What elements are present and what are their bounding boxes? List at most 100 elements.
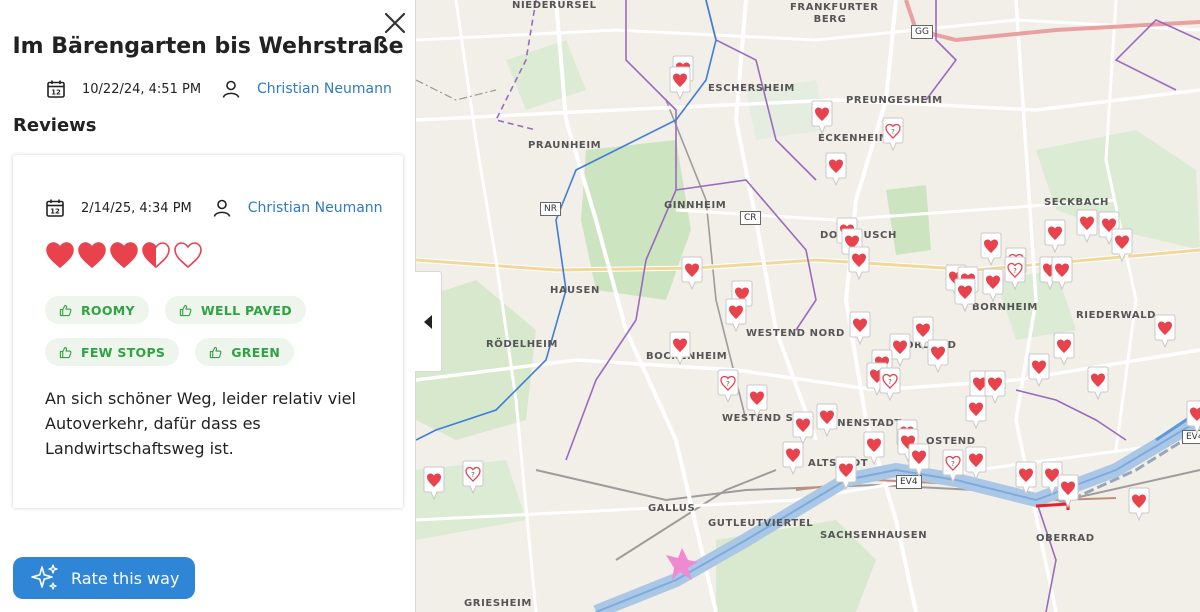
map-rating-pin-icon[interactable]: ? [716,369,740,403]
map-place-label: PREUNGESHEIM [846,95,943,106]
collapse-panel-button[interactable] [415,271,442,372]
map-rating-pin-icon[interactable] [781,441,805,475]
review-card: 12 2/14/25, 4:34 PM Christian Neumann RO… [13,155,403,508]
way-meta: 12 10/22/24, 4:51 PM Christian Neumann [46,79,392,99]
map-rating-pin-icon[interactable] [964,395,988,429]
map-place-label: ECKENHEIM [818,133,890,144]
way-title: Im Bärengarten bis Wehrstraße [12,34,404,59]
calendar-icon: 12 [46,199,64,217]
map-rating-pin-icon[interactable] [862,431,886,465]
map-rating-pin-icon[interactable] [834,456,858,490]
rating-heart-icon [110,242,138,269]
map-rating-pin-icon[interactable]: ? [941,449,965,483]
map-rating-pin-icon[interactable] [981,268,1005,302]
map-rating-pin-icon[interactable]: ? [881,117,905,151]
map-place-label: SECKBACH [1044,197,1109,208]
map-rating-pin-icon[interactable] [1050,256,1074,290]
rate-way-label: Rate this way [71,568,180,588]
map-rating-pin-icon[interactable] [810,100,834,134]
map-rating-pin-icon[interactable] [1153,314,1177,348]
map-rating-pin-icon[interactable] [907,443,931,477]
map-rating-pin-icon[interactable] [745,384,769,418]
calendar-icon: 12 [47,80,65,98]
thumbs-up-icon [59,304,72,316]
map-rating-pin-icon[interactable] [979,232,1003,266]
map-rating-pin-icon[interactable] [668,66,692,100]
map-rating-pin-icon[interactable] [422,466,446,500]
review-tag-label: GREEN [231,344,281,360]
review-tag-label: WELL PAVED [200,302,292,318]
review-meta: 12 2/14/25, 4:34 PM Christian Neumann [45,198,383,218]
map-place-label: RIEDERWALD [1076,310,1157,321]
map-rating-pin-icon[interactable] [680,256,704,290]
map-rating-pin-icon[interactable] [1110,228,1134,262]
map-rating-pin-icon[interactable]: ? [461,460,485,494]
map-place-label: NIEDERURSEL [512,0,597,11]
review-tag: FEW STOPS [45,338,180,366]
road-shield: NR [540,202,561,216]
user-icon [213,199,231,217]
reviews-heading: Reviews [13,115,97,136]
review-tags: ROOMY WELL PAVED FEW STOPS GREEN [45,296,385,366]
map-rating-pin-icon[interactable] [1075,209,1099,243]
map-rating-pin-icon[interactable]: ? [878,367,902,401]
svg-text:12: 12 [50,208,60,216]
map-rating-pin-icon[interactable] [926,339,950,373]
map-rating-pin-icon[interactable] [1052,332,1076,366]
svg-text:12: 12 [51,89,61,97]
way-detail-panel: Im Bärengarten bis Wehrstraße 12 10/22/2… [0,0,416,612]
svg-text:?: ? [888,378,892,386]
review-tag-label: ROOMY [81,302,135,318]
map-place-label: FRANKFURTER BERG [790,2,879,25]
rating-heart-icon [46,242,74,269]
map-place-label: GINNHEIM [664,200,727,211]
map-place-label: HAUSEN [550,285,600,296]
map-rating-pin-icon[interactable] [724,298,748,332]
map-place-label: SACHSENHAUSEN [820,530,928,541]
map-place-label: ESCHERSHEIM [708,83,795,94]
rating-heart-icon [142,242,170,269]
map-rating-pin-icon[interactable] [1056,474,1080,508]
rate-way-button[interactable]: Rate this way [13,557,195,599]
thumbs-up-icon [59,346,72,358]
map-rating-pin-icon[interactable] [1043,219,1067,253]
map-rating-pin-icon[interactable] [953,278,977,312]
rating-heart-icon [174,242,202,269]
map-place-label: WESTEND NORD [746,328,845,339]
review-author-link[interactable]: Christian Neumann [248,200,383,216]
thumbs-up-icon [179,304,192,316]
map-rating-pin-icon[interactable] [1086,366,1110,400]
way-date: 10/22/24, 4:51 PM [82,81,202,97]
thumbs-up-icon [210,346,222,358]
map-rating-pin-icon[interactable] [1027,353,1051,387]
svg-text:?: ? [891,128,895,136]
map-rating-pin-icon[interactable] [1185,400,1200,434]
map-place-label: OBERRAD [1036,533,1095,544]
close-button[interactable] [382,10,408,36]
way-author-link[interactable]: Christian Neumann [257,81,392,97]
map-rating-pin-icon[interactable] [815,403,839,437]
review-rating [45,241,203,269]
road-shield: GG [911,25,933,39]
close-icon [384,12,406,34]
map-rating-pin-icon[interactable] [668,331,692,365]
map-place-label: BORNHEIM [972,302,1038,313]
map-rating-pin-icon[interactable] [1014,461,1038,495]
map-rating-pin-icon[interactable] [847,246,871,280]
road-shield: CR [740,211,761,225]
svg-text:?: ? [726,380,730,388]
map-place-label: RÖDELHEIM [486,339,558,350]
map-view[interactable]: NIEDERURSEL FRANKFURTER BERG ESCHERSHEIM PR… [416,0,1200,612]
map-rating-pin-icon[interactable] [1127,487,1151,521]
review-tag: ROOMY [45,296,149,324]
map-rating-pin-icon[interactable] [848,311,872,345]
map-rating-pin-icon[interactable] [791,411,815,445]
review-tag: WELL PAVED [164,296,306,324]
rating-heart-icon [78,242,106,269]
map-rating-pin-icon[interactable] [964,446,988,480]
review-comment: An sich schöner Weg, leider relativ viel… [45,389,356,458]
review-tag-label: FEW STOPS [81,344,166,360]
map-rating-pin-icon[interactable] [824,152,848,186]
user-icon [222,80,240,98]
map-rating-pin-icon[interactable]: ? [1003,256,1027,290]
